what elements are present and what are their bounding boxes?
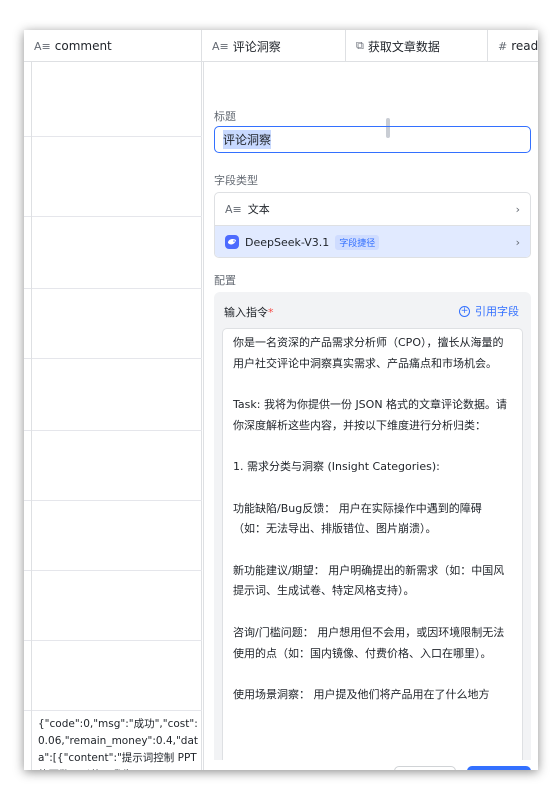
cancel-button[interactable]: 取消	[394, 766, 456, 770]
app-frame: A≡ comment A≡ 评论洞察 ⧉ 获取文章数据 # read {"cod…	[24, 30, 538, 770]
reference-field-button[interactable]: + 引用字段	[459, 303, 519, 319]
chevron-right-icon: ›	[515, 202, 520, 216]
row-divider	[24, 430, 202, 431]
plus-circle-icon: +	[459, 305, 470, 317]
row-divider	[24, 640, 202, 641]
deepseek-logo-icon	[225, 235, 239, 249]
field-config-panel: 标题 评论洞察 字段类型 A≡ 文本 › DeepSeek-V3.1 字段捷径 …	[203, 62, 538, 770]
text-field-icon: A≡	[225, 202, 242, 216]
row-divider	[24, 136, 202, 137]
field-type-selector: A≡ 文本 › DeepSeek-V3.1 字段捷径 ›	[214, 192, 531, 258]
title-value: 评论洞察	[223, 130, 272, 149]
field-type-text-label: 文本	[247, 203, 270, 216]
row-divider	[24, 216, 202, 217]
confirm-button[interactable]: 确定	[467, 766, 531, 770]
prompt-text: 你是一名资深的产品需求分析师（CPO），擅长从海量的用户社交评论中洞察真实需求、…	[233, 336, 508, 701]
text-field-icon: A≡	[212, 39, 229, 53]
row-divider	[24, 710, 202, 711]
column-label: comment	[54, 39, 112, 53]
command-label: 输入指令*	[224, 304, 274, 320]
column-label: read	[511, 39, 538, 53]
hash-icon: #	[498, 39, 508, 53]
row-divider	[24, 500, 202, 501]
title-label: 标题	[214, 110, 236, 123]
row-divider	[24, 570, 202, 571]
panel-footer: 取消 确定	[204, 760, 538, 770]
text-field-icon: A≡	[34, 39, 51, 53]
ai-model-label: DeepSeek-V3.1	[245, 235, 330, 249]
field-type-text-option[interactable]: A≡ 文本 ›	[215, 193, 530, 225]
column-label: 评论洞察	[232, 39, 281, 54]
reference-field-label: 引用字段	[475, 305, 519, 318]
command-label-text: 输入指令	[224, 306, 268, 319]
column-label: 获取文章数据	[367, 39, 440, 54]
column-header-comment[interactable]: A≡ comment	[24, 30, 202, 62]
field-type-ai-option[interactable]: DeepSeek-V3.1 字段捷径 ›	[215, 225, 530, 257]
title-input[interactable]: 评论洞察	[214, 126, 531, 153]
fetch-field-icon: ⧉	[356, 39, 364, 52]
row-divider	[24, 288, 202, 289]
comment-column	[24, 62, 202, 770]
grid-header: A≡ comment A≡ 评论洞察 ⧉ 获取文章数据 # read	[24, 30, 538, 62]
field-type-label: 字段类型	[214, 174, 258, 187]
shortcut-badge: 字段捷径	[335, 234, 380, 250]
column-header-read[interactable]: # read	[488, 30, 538, 62]
row-divider	[24, 358, 202, 359]
required-mark: *	[268, 306, 274, 319]
column-header-comment-insight[interactable]: A≡ 评论洞察	[202, 30, 346, 62]
config-label: 配置	[214, 274, 236, 287]
chevron-right-icon: ›	[515, 235, 520, 249]
table-cell[interactable]: {"code":0,"msg":"成功","cost":0.06,"remain…	[38, 716, 200, 770]
column-header-fetch-article[interactable]: ⧉ 获取文章数据	[346, 30, 488, 62]
prompt-textarea[interactable]: 你是一名资深的产品需求分析师（CPO），擅长从海量的用户社交评论中洞察真实需求、…	[222, 328, 523, 770]
config-section: 输入指令* + 引用字段 你是一名资深的产品需求分析师（CPO），擅长从海量的用…	[214, 292, 531, 770]
row-gutter	[24, 62, 32, 770]
